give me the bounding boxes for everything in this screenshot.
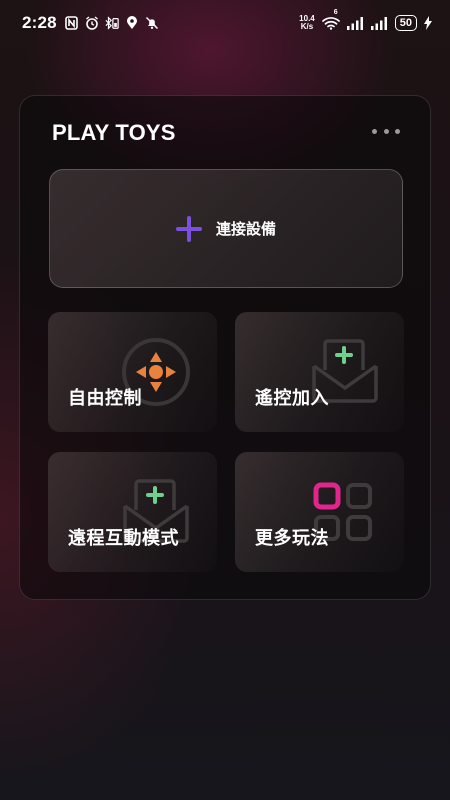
tile-label: 遙控加入 [255,388,329,408]
connect-device-button[interactable]: 連接設備 [49,169,403,288]
more-dot-icon [383,128,389,134]
network-speed: 10.4 K/s [299,15,315,31]
remote-join-tile[interactable]: 遙控加入 [235,312,404,432]
card-title: PLAY TOYS [52,120,176,145]
bluetooth-battery-icon [105,15,119,31]
remote-interaction-tile[interactable]: 遠程互動模式 [48,452,217,572]
network-type: 6 [333,9,338,16]
tile-label: 遠程互動模式 [68,528,179,548]
connect-device-label: 連接設備 [215,221,276,238]
more-dot-icon [372,128,377,134]
alarm-icon [85,15,99,31]
muted-bell-icon [145,15,159,31]
network-speed-unit: K/s [300,22,314,31]
charging-icon [423,15,432,31]
more-play-tile[interactable]: 更多玩法 [235,452,404,572]
signal-icon-2 [371,15,389,31]
location-icon [125,15,139,31]
nfc-icon [65,15,79,31]
tile-label: 更多玩法 [255,528,329,548]
plus-icon [175,215,202,242]
battery-indicator: 50 [394,15,417,31]
more-dot-icon [395,128,400,134]
battery-level: 50 [399,17,412,29]
play-toys-card: PLAY TOYS 連接設備 自由控制 遙控加入 遠程互動模式 更多玩法 [19,95,431,600]
wifi-icon: 6 [321,9,341,31]
signal-icon [347,15,365,31]
status-bar: 2:28 10.4 K/s 6 50 [0,0,450,46]
more-options-button[interactable] [372,126,400,136]
free-control-tile[interactable]: 自由控制 [48,312,217,432]
tile-label: 自由控制 [68,388,142,408]
status-time: 2:28 [22,13,57,32]
